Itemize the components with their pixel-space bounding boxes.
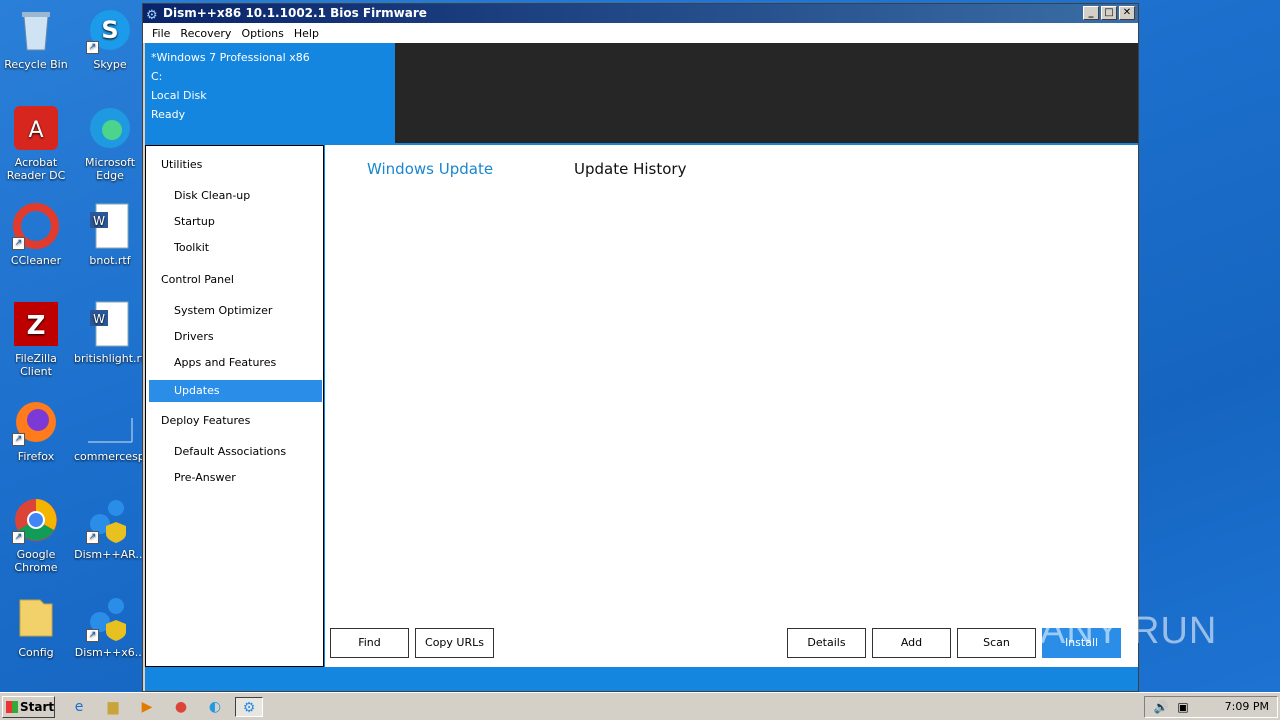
volume-icon[interactable]: 🔊 [1151,697,1171,717]
menu-file[interactable]: File [147,27,175,40]
desktop-icon-recycle-bin[interactable]: Recycle Bin [0,6,72,71]
client-area: Utilities Disk Clean-up Startup Toolkit … [145,145,1138,677]
desktop-icon-commercesp[interactable]: commercesp... [74,398,155,463]
svg-text:Z: Z [27,311,46,341]
details-button[interactable]: Details [787,628,866,658]
system-selector[interactable]: *Windows 7 Professional x86 C: Local Dis… [145,43,395,143]
dism-taskbar-button[interactable]: ⚙ [235,697,263,717]
sidebar-item-drivers[interactable]: Drivers [149,326,322,348]
svg-text:W: W [93,214,105,228]
maximize-button[interactable]: □ [1101,6,1117,20]
menu-help[interactable]: Help [289,27,324,40]
edge-icon [86,104,134,152]
chrome-taskbar-icon[interactable]: ● [171,697,191,717]
media-player-icon[interactable]: ▶ [137,697,157,717]
word-doc-icon: W [86,300,134,348]
dism-icon: ↗ [86,594,134,642]
anyrun-watermark: ANY RUN [1040,610,1218,652]
desktop-icon-firefox[interactable]: ↗ Firefox [0,398,72,463]
sidebar-group-utilities[interactable]: Utilities [149,154,322,176]
window-bottom-band [145,667,1138,691]
desktop-icon-acrobat[interactable]: A Acrobat Reader DC [0,104,72,182]
sidebar-group-control-panel[interactable]: Control Panel [149,269,322,291]
desktop-icon-dism-x6[interactable]: ↗ Dism++x6... [74,594,146,659]
menu-bar: File Recovery Options Help [143,23,1138,43]
system-drive: C: [151,70,163,83]
acrobat-icon: A [12,104,60,152]
sidebar-item-disk-cleanup[interactable]: Disk Clean-up [149,185,322,207]
sidebar: Utilities Disk Clean-up Startup Toolkit … [145,145,324,667]
taskbar: Start e ▆ ▶ ● ◐ ⚙ 🔊 ▣ 7:09 PM [0,692,1280,720]
desktop-icon-dism-ar[interactable]: ↗ Dism++AR... [74,496,146,561]
sidebar-item-pre-answer[interactable]: Pre-Answer [149,467,322,489]
windows-flag-icon [6,701,18,713]
sidebar-item-startup[interactable]: Startup [149,211,322,233]
network-icon[interactable]: ▣ [1173,697,1193,717]
add-button[interactable]: Add [872,628,951,658]
svg-text:W: W [93,312,105,326]
desktop-icon-chrome[interactable]: ↗ Google Chrome [0,496,72,574]
tab-windows-update[interactable]: Windows Update [367,160,493,178]
svg-text:A: A [28,118,43,143]
svg-text:S: S [101,16,118,44]
sidebar-item-system-optimizer[interactable]: System Optimizer [149,300,322,322]
blank-file-icon [86,398,134,446]
menu-options[interactable]: Options [236,27,288,40]
desktop-icon-britishlight[interactable]: W britishlight.rtf [74,300,149,365]
desktop-icon-skype[interactable]: S ↗ Skype [74,6,146,71]
desktop-icon-config[interactable]: Config [0,594,72,659]
copy-urls-button[interactable]: Copy URLs [415,628,494,658]
filezilla-icon: Z [12,300,60,348]
chrome-icon: ↗ [12,496,60,544]
firefox-icon: ↗ [12,398,60,446]
dism-icon: ↗ [86,496,134,544]
dism-window[interactable]: ⚙ Dism++x86 10.1.1002.1 Bios Firmware _ … [142,3,1139,692]
desktop-icon-ccleaner[interactable]: ↗ CCleaner [0,202,72,267]
sidebar-group-deploy-features[interactable]: Deploy Features [149,410,322,432]
scan-button[interactable]: Scan [957,628,1036,658]
title-bar[interactable]: ⚙ Dism++x86 10.1.1002.1 Bios Firmware _ … [143,4,1138,23]
updates-panel: Windows Update Update History Find Copy … [325,145,1138,677]
find-button[interactable]: Find [330,628,409,658]
desktop-icon-edge[interactable]: Microsoft Edge [74,104,146,182]
desktop-icon-bnot[interactable]: W bnot.rtf [74,202,146,267]
system-status: Ready [151,108,186,121]
edge-taskbar-icon[interactable]: ◐ [205,697,225,717]
tab-update-history[interactable]: Update History [574,160,686,178]
minimize-button[interactable]: _ [1083,6,1099,20]
sidebar-item-default-associations[interactable]: Default Associations [149,441,322,463]
sidebar-item-apps-features[interactable]: Apps and Features [149,352,322,374]
menu-recovery[interactable]: Recovery [175,27,236,40]
explorer-icon[interactable]: ▆ [103,697,123,717]
close-button[interactable]: ✕ [1119,6,1135,20]
desktop-icon-filezilla[interactable]: Z FileZilla Client [0,300,72,378]
update-list[interactable] [325,195,1138,620]
sidebar-item-toolkit[interactable]: Toolkit [149,237,322,259]
system-disk-type: Local Disk [151,89,207,102]
skype-icon: S ↗ [86,6,134,54]
clock[interactable]: 7:09 PM [1225,697,1269,717]
dism-app-icon: ⚙ [146,8,158,23]
sidebar-item-updates[interactable]: Updates [149,380,322,402]
recycle-bin-icon [12,6,60,54]
folder-icon [12,594,60,642]
window-title: Dism++x86 10.1.1002.1 Bios Firmware [163,6,427,20]
system-os-name: *Windows 7 Professional x86 [151,51,310,64]
ie-icon[interactable]: e [69,697,89,717]
start-button[interactable]: Start [2,696,55,718]
word-doc-icon: W [86,202,134,250]
header-band: *Windows 7 Professional x86 C: Local Dis… [145,43,1138,143]
system-tray: 🔊 ▣ 7:09 PM [1144,696,1278,718]
ccleaner-icon: ↗ [12,202,60,250]
